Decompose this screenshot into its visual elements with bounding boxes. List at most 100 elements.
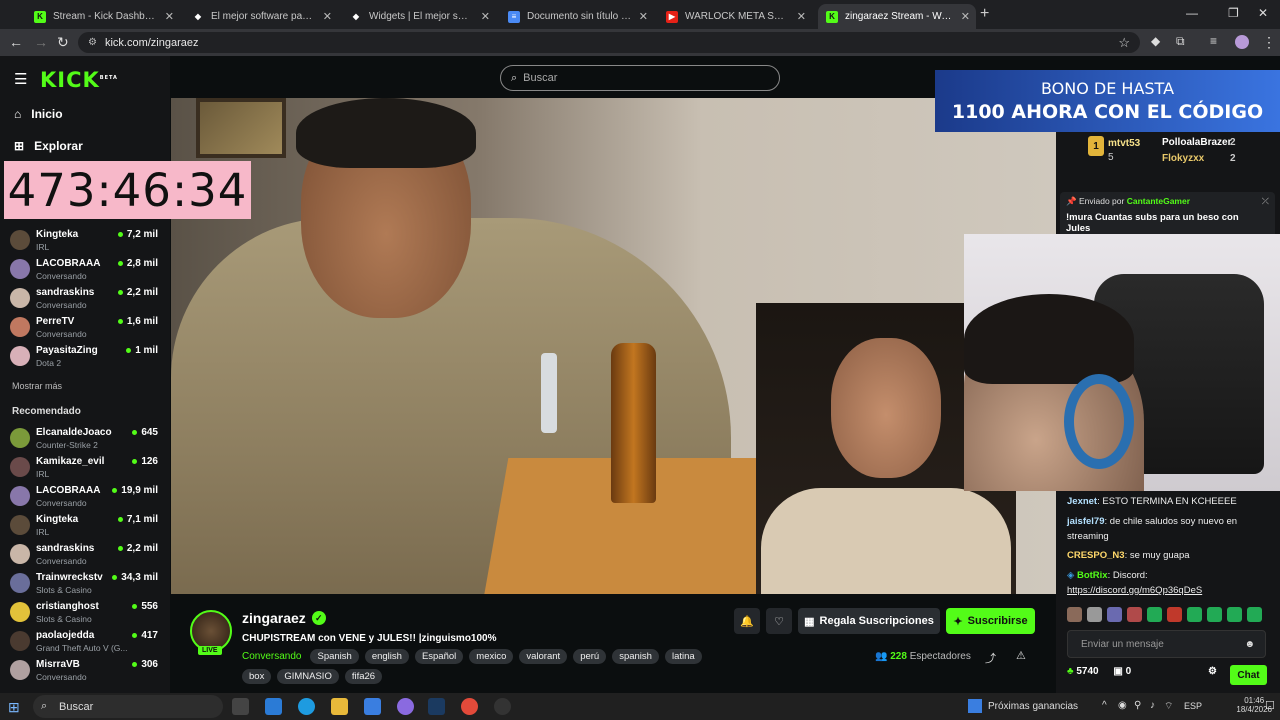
chat-send-button[interactable]: Chat <box>1230 665 1267 685</box>
stream-tag[interactable]: latina <box>664 649 702 664</box>
minimize-icon[interactable]: — <box>1186 6 1198 20</box>
tray-chevron-icon[interactable]: ^ <box>1102 700 1107 711</box>
chat-username[interactable]: BotRix <box>1077 570 1108 581</box>
nav-explorar[interactable]: ⊞ Explorar <box>14 139 83 153</box>
close-icon[interactable]: ✕ <box>323 10 332 23</box>
stream-tag[interactable]: GIMNASIO <box>277 669 339 684</box>
store-icon[interactable] <box>364 698 381 715</box>
recommended-channel[interactable]: Trainwreckstv Slots & Casino 34,3 mil <box>10 569 160 597</box>
browser-tab-software-1[interactable]: ◆ El mejor software para potencia ✕ <box>184 4 338 29</box>
news-widget[interactable]: Próximas ganancias <box>988 701 1078 712</box>
following-channel[interactable]: Kingteka IRL 7,2 mil <box>10 226 160 254</box>
recommended-channel[interactable]: cristianghost Slots & Casino 556 <box>10 598 160 626</box>
emote-icon[interactable] <box>1167 607 1182 622</box>
browser-tab-zingaraez[interactable]: K zingaraez Stream - Watch L ✕ <box>818 4 976 29</box>
menu-dots-icon[interactable]: ⋮ <box>1262 34 1276 51</box>
emote-icon[interactable] <box>1107 607 1122 622</box>
volume-icon[interactable]: ♪ <box>1150 700 1155 711</box>
following-channel[interactable]: PayasitaZing Dota 2 1 mil <box>10 342 160 370</box>
share-icon[interactable]: ⤴ <box>985 650 996 666</box>
restore-icon[interactable]: ❐ <box>1228 6 1239 20</box>
emote-icon[interactable] <box>1087 607 1102 622</box>
mail-icon[interactable] <box>265 698 282 715</box>
recommended-channel[interactable]: Kamikaze_evil IRL 126 <box>10 453 160 481</box>
chat-link[interactable]: https://discord.gg/m6Qp36qDeS <box>1067 585 1202 596</box>
channel-name[interactable]: zingaraez <box>242 610 306 626</box>
notification-icon[interactable]: ☐ <box>1265 699 1275 712</box>
language-indicator[interactable]: ESP <box>1184 701 1202 711</box>
profile-avatar[interactable] <box>1235 35 1249 49</box>
microphone-icon[interactable]: ⚲ <box>1134 700 1141 711</box>
taskbar-search[interactable]: ⌕ Buscar <box>33 695 223 718</box>
chat-message-input[interactable]: Enviar un mensaje ☻ <box>1067 630 1266 658</box>
following-channel[interactable]: PerreTV Conversando 1,6 mil <box>10 313 160 341</box>
drops-icon[interactable]: ▣ <box>1113 666 1122 677</box>
report-icon[interactable]: ⚠ <box>1016 649 1026 662</box>
recommended-channel[interactable]: sandraskins Conversando 2,2 mil <box>10 540 160 568</box>
hamburger-menu-icon[interactable]: ☰ <box>14 70 27 88</box>
close-icon[interactable]: ✕ <box>797 10 806 23</box>
recommended-channel[interactable]: paolaojedda Grand Theft Auto V (G... 417 <box>10 627 160 655</box>
window-close-icon[interactable]: ✕ <box>1258 6 1268 20</box>
browser-tab-widgets[interactable]: ◆ Widgets | El mejor software par ✕ <box>342 4 496 29</box>
site-info-icon[interactable]: ⚙ <box>88 37 97 48</box>
stream-tag[interactable]: perú <box>573 649 607 664</box>
url-text[interactable]: kick.com/zingaraez <box>105 37 199 49</box>
reload-icon[interactable]: ↻ <box>57 34 69 51</box>
nav-inicio[interactable]: ⌂ Inicio <box>14 107 63 121</box>
notification-bell-icon[interactable]: 🔔 <box>734 608 760 634</box>
pinned-message[interactable]: 📌 Enviado por CantanteGamer !mura Cuanta… <box>1060 192 1275 240</box>
subscribe-button[interactable]: ✦ Suscribirse <box>946 608 1035 634</box>
browser-tab-kick-dashboard[interactable]: K Stream - Kick Dashboard ✕ <box>26 4 180 29</box>
gifter-name[interactable]: PolloalaBrazer <box>1162 137 1231 148</box>
stream-tag[interactable]: Spanish <box>310 649 359 664</box>
points-icon[interactable]: ♣ <box>1067 666 1074 677</box>
promo-banner[interactable]: BONO DE HASTA 1100 AHORA CON EL CÓDIGO <box>935 70 1280 132</box>
discord-icon[interactable] <box>397 698 414 715</box>
emote-icon[interactable] <box>1187 607 1202 622</box>
unpin-icon[interactable]: ⤫ <box>1262 196 1269 207</box>
file-explorer-icon[interactable] <box>331 698 348 715</box>
extension-icon[interactable]: ◆ <box>1151 34 1160 48</box>
stream-tag[interactable]: spanish <box>612 649 659 664</box>
close-icon[interactable]: ✕ <box>165 10 174 23</box>
gift-subs-button[interactable]: ▦ Regala Suscripciones <box>798 608 940 634</box>
puzzle-icon[interactable]: ⧉ <box>1176 34 1185 49</box>
stream-tag[interactable]: valorant <box>519 649 568 664</box>
close-icon[interactable]: ✕ <box>639 10 648 23</box>
media-icon[interactable]: ≡ <box>1210 34 1217 48</box>
network-icon[interactable]: ◉ <box>1118 700 1127 711</box>
forward-icon[interactable]: → <box>34 34 48 50</box>
bookmark-star-icon[interactable]: ☆ <box>1118 35 1130 51</box>
emote-icon[interactable] <box>1207 607 1222 622</box>
browser-tab-docs[interactable]: ≡ Documento sin título - Docume ✕ <box>500 4 654 29</box>
steam-icon[interactable] <box>428 698 445 715</box>
stream-tag[interactable]: english <box>364 649 409 664</box>
task-view-icon[interactable] <box>232 698 249 715</box>
chat-username[interactable]: jaisfel79 <box>1067 516 1105 527</box>
wifi-icon[interactable]: ⌔ <box>1164 700 1173 713</box>
recommended-channel[interactable]: ElcanaldeJoaco Counter-Strike 2 645 <box>10 424 160 452</box>
show-more-link[interactable]: Mostrar más <box>12 381 62 391</box>
recommended-channel[interactable]: Kingteka IRL 7,1 mil <box>10 511 160 539</box>
stream-tag[interactable]: box <box>242 669 272 684</box>
search-input[interactable]: ⌕ Buscar <box>500 65 780 91</box>
follow-heart-icon[interactable]: ♡ <box>766 608 792 634</box>
chat-settings-icon[interactable]: ⚙ <box>1208 666 1217 677</box>
close-icon[interactable]: ✕ <box>481 10 490 23</box>
edge-icon[interactable] <box>298 698 315 715</box>
emote-icon[interactable] <box>1147 607 1162 622</box>
chrome-icon[interactable] <box>461 698 478 715</box>
emote-icon[interactable] <box>1227 607 1242 622</box>
chat-username[interactable]: CRESPO_N3 <box>1067 550 1125 561</box>
category-link[interactable]: Conversando <box>242 651 301 662</box>
recommended-channel[interactable]: MisrraVB Conversando 306 <box>10 656 160 684</box>
kick-logo[interactable]: KICKBETA <box>40 68 118 92</box>
back-icon[interactable]: ← <box>9 34 23 50</box>
video-player[interactable] <box>171 98 1056 594</box>
gifter-name[interactable]: mtvt53 <box>1108 138 1140 149</box>
omnibox[interactable]: ⚙ kick.com/zingaraez ☆ <box>78 32 1140 53</box>
emoji-icon[interactable]: ☻ <box>1244 639 1255 650</box>
stream-tag[interactable]: Español <box>414 649 464 664</box>
browser-tab-youtube[interactable]: ▶ WARLOCK META SUPPORT - ✕ <box>658 4 812 29</box>
